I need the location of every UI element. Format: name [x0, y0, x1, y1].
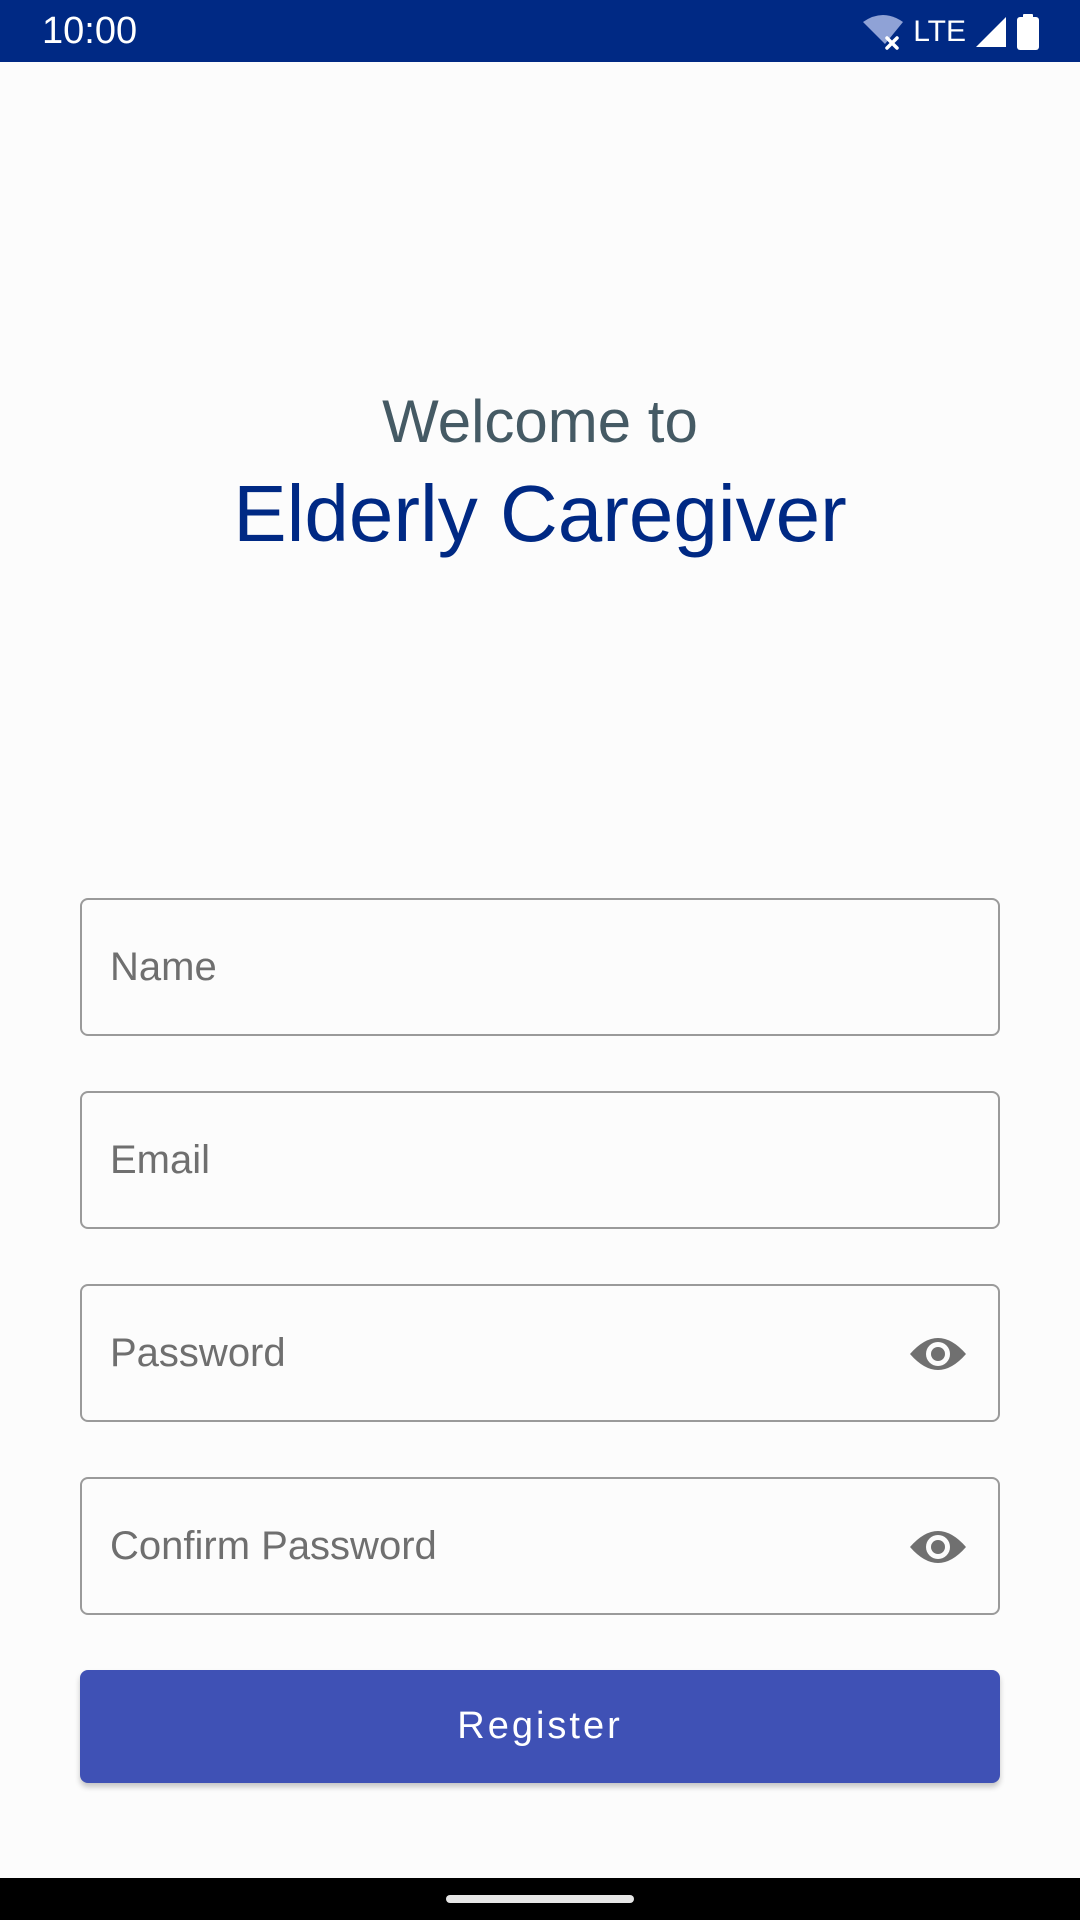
password-input[interactable]: [110, 1286, 890, 1420]
name-field[interactable]: [80, 898, 1000, 1036]
name-input[interactable]: [110, 900, 890, 1034]
app-title: Elderly Caregiver: [233, 469, 847, 558]
password-visibility-icon[interactable]: [908, 1326, 968, 1382]
confirm-password-input[interactable]: [110, 1479, 890, 1613]
battery-icon: [1016, 14, 1040, 50]
status-icons: LTE: [861, 12, 1040, 52]
confirm-password-field[interactable]: [80, 1477, 1000, 1615]
welcome-text: Welcome to: [382, 388, 698, 455]
email-input[interactable]: [110, 1093, 890, 1227]
wifi-off-icon: [861, 14, 905, 50]
navigation-bar: [0, 1878, 1080, 1920]
email-field[interactable]: [80, 1091, 1000, 1229]
password-field[interactable]: [80, 1284, 1000, 1422]
status-time: 10:00: [42, 10, 138, 52]
signal-icon: [974, 15, 1008, 49]
status-bar: 10:00 LTE: [0, 0, 1080, 62]
register-button[interactable]: Register: [80, 1670, 1000, 1783]
confirm-password-visibility-icon[interactable]: [908, 1519, 968, 1575]
home-gesture-handle[interactable]: [446, 1895, 634, 1903]
network-type: LTE: [913, 15, 966, 48]
